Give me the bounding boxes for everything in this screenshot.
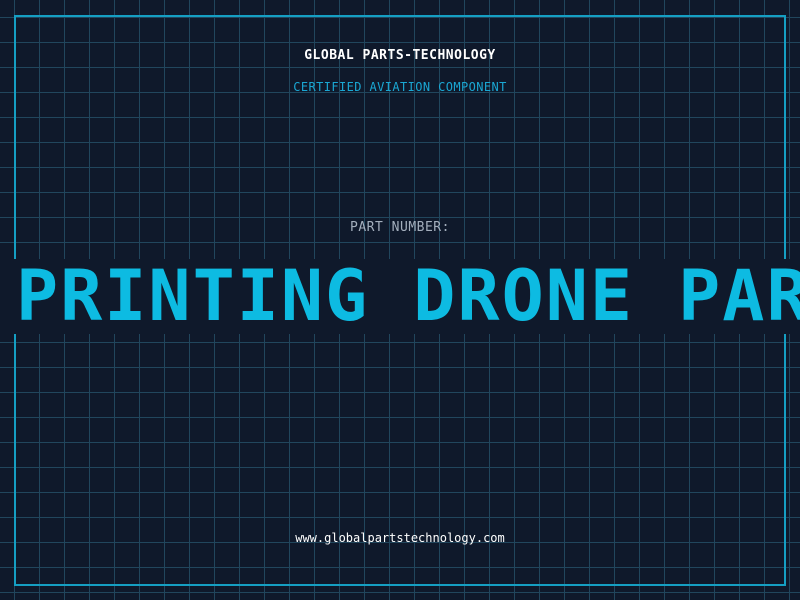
website-url: www.globalpartstechnology.com	[295, 531, 505, 545]
certification-subtitle: CERTIFIED AVIATION COMPONENT	[293, 80, 507, 94]
part-number-band: PRINTING DRONE PARTS	[0, 259, 800, 334]
part-number-value: PRINTING DRONE PARTS	[16, 259, 800, 334]
part-number-label: PART NUMBER:	[350, 220, 450, 235]
company-name: GLOBAL PARTS-TECHNOLOGY	[304, 48, 496, 63]
